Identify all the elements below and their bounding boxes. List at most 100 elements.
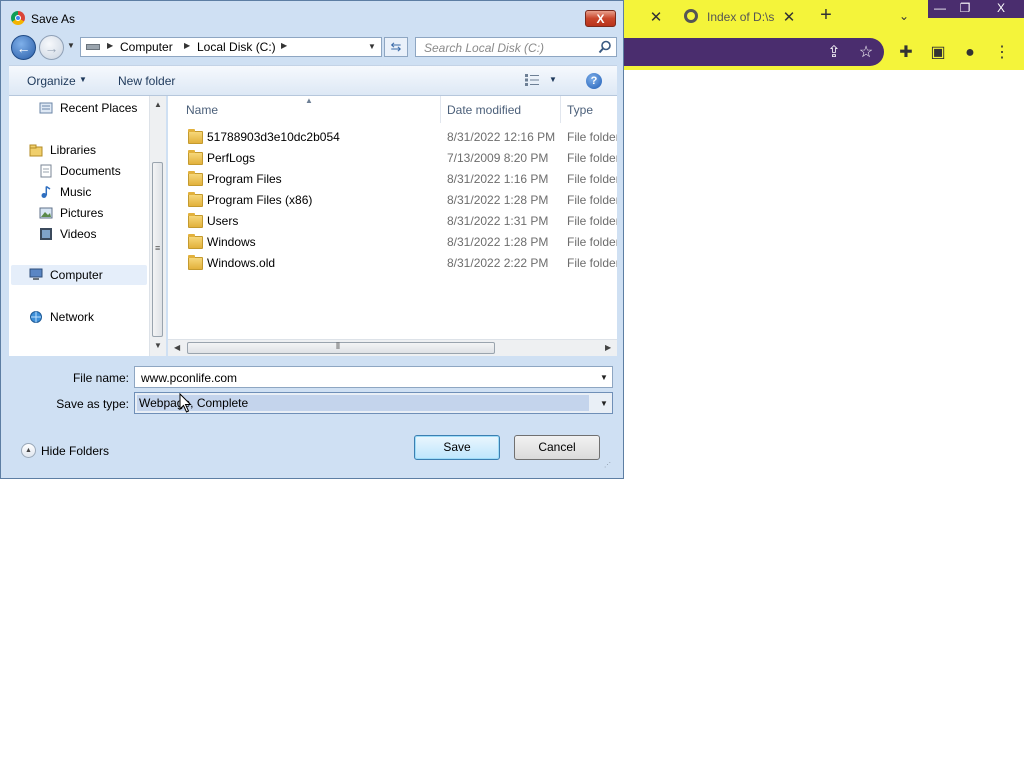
drive-icon <box>86 44 100 50</box>
search-icon[interactable] <box>598 40 612 54</box>
nav-scroll-thumb[interactable]: ≡ <box>152 162 163 337</box>
resize-grip-icon[interactable]: ⋰ <box>604 462 614 473</box>
breadcrumb-chevron-icon[interactable]: ▶ <box>107 41 113 50</box>
file-row[interactable]: 51788903d3e10dc2b054 8/31/2022 12:16 PM … <box>183 128 617 148</box>
file-type: File folder <box>567 256 617 270</box>
tab-close-icon[interactable]: ✕ <box>646 8 666 26</box>
bookmark-star-icon[interactable]: ☆ <box>856 43 876 63</box>
computer-icon <box>29 268 43 280</box>
profile-avatar-icon[interactable]: ● <box>960 43 980 63</box>
navigation-pane: Recent Places Libraries Documents Music … <box>9 96 166 356</box>
file-name: PerfLogs <box>207 151 256 165</box>
file-name: Program Files (x86) <box>207 193 313 207</box>
dialog-titlebar[interactable]: Save As X <box>1 1 623 33</box>
back-arrow-icon[interactable]: ← <box>11 35 36 60</box>
pictures-icon <box>39 207 53 219</box>
dialog-title: Save As <box>31 12 76 26</box>
refresh-icon[interactable]: ⇆ <box>384 37 408 57</box>
column-divider[interactable] <box>560 96 561 123</box>
save-button[interactable]: Save <box>414 435 500 460</box>
file-row[interactable]: PerfLogs 7/13/2009 8:20 PM File folder <box>183 149 617 169</box>
recent-locations-dropdown-icon[interactable]: ▼ <box>67 41 77 53</box>
browser-tab-title[interactable]: Index of D:\s <box>707 10 775 24</box>
dialog-close-button[interactable]: X <box>585 10 616 27</box>
file-name: 51788903d3e10dc2b054 <box>207 130 340 144</box>
nav-item-computer[interactable]: Computer <box>11 265 147 285</box>
file-type: File folder <box>567 151 617 165</box>
file-row[interactable]: Windows.old 8/31/2022 2:22 PM File folde… <box>183 254 617 274</box>
views-dropdown-icon[interactable]: ▼ <box>549 75 557 84</box>
save-type-select[interactable]: Webpage, Complete ▼ <box>134 392 613 414</box>
videos-icon <box>40 228 52 240</box>
restore-button[interactable]: ❐ <box>952 0 978 18</box>
file-name-dropdown-icon[interactable]: ▼ <box>600 373 608 382</box>
folder-icon <box>188 171 203 186</box>
recent-places-icon <box>39 102 53 114</box>
file-name-label: File name: <box>72 371 129 385</box>
column-divider[interactable] <box>440 96 441 123</box>
organize-dropdown-icon[interactable]: ▼ <box>79 75 87 84</box>
file-row[interactable]: Users 8/31/2022 1:31 PM File folder <box>183 212 617 232</box>
tab-close-icon[interactable]: ✕ <box>779 8 799 26</box>
file-row[interactable]: Program Files 8/31/2022 1:16 PM File fol… <box>183 170 617 190</box>
nav-label: Videos <box>60 227 97 241</box>
network-icon <box>30 311 42 323</box>
address-dropdown-icon[interactable]: ▼ <box>368 42 376 51</box>
file-date: 8/31/2022 1:31 PM <box>447 214 549 228</box>
column-header-date-modified[interactable]: Date modified <box>447 103 521 117</box>
breadcrumb-local-disk[interactable]: Local Disk (C:) <box>197 40 276 54</box>
file-date: 7/13/2009 8:20 PM <box>447 151 549 165</box>
minimize-button[interactable]: — <box>928 0 952 18</box>
sort-ascending-icon: ▲ <box>305 96 313 105</box>
forward-arrow-icon[interactable]: → <box>39 35 64 60</box>
menu-kebab-icon[interactable]: ⋮ <box>992 43 1012 63</box>
tab-search-chevron-icon[interactable]: ⌄ <box>894 9 914 23</box>
breadcrumb-computer[interactable]: Computer <box>120 40 173 54</box>
hide-folders-label: Hide Folders <box>41 444 110 458</box>
file-name: Windows <box>207 235 256 249</box>
breadcrumb-chevron-icon[interactable]: ▶ <box>184 41 190 50</box>
change-view-icon[interactable] <box>525 74 539 86</box>
nav-scrollbar[interactable]: ▲ ≡ ▼ <box>149 96 166 356</box>
help-icon[interactable]: ? <box>586 73 602 89</box>
file-type: File folder <box>567 214 617 228</box>
file-row[interactable]: Windows 8/31/2022 1:28 PM File folder <box>183 233 617 253</box>
file-name: Windows.old <box>207 256 276 270</box>
organize-button[interactable]: Organize <box>27 74 76 88</box>
cancel-button[interactable]: Cancel <box>514 435 600 460</box>
file-name-input[interactable] <box>139 369 593 387</box>
nav-label: Documents <box>60 164 121 178</box>
new-tab-button[interactable]: + <box>816 4 836 27</box>
file-name: Program Files <box>207 172 282 186</box>
extensions-puzzle-icon[interactable]: ✚ <box>896 43 916 63</box>
scroll-down-icon[interactable]: ▼ <box>154 341 162 350</box>
column-header-name[interactable]: Name <box>186 103 218 117</box>
file-type: File folder <box>567 235 617 249</box>
documents-icon <box>40 164 52 178</box>
address-bar[interactable]: ▶ Computer ▶ Local Disk (C:) ▶ ▼ <box>80 37 382 57</box>
grip-icon: ≡ <box>155 243 161 253</box>
hscroll-thumb[interactable]: ⦀ <box>187 341 495 354</box>
file-date: 8/31/2022 1:28 PM <box>447 193 549 207</box>
file-name: Users <box>207 214 239 228</box>
share-icon[interactable]: ⇪ <box>824 43 844 63</box>
file-list-hscrollbar[interactable]: ◀ ⦀ ▶ <box>168 339 617 356</box>
nav-label: Computer <box>50 268 103 282</box>
file-name-combobox[interactable]: ▼ <box>134 366 613 388</box>
search-box[interactable] <box>415 37 617 57</box>
breadcrumb-chevron-icon[interactable]: ▶ <box>281 41 287 50</box>
nav-label: Recent Places <box>60 101 138 115</box>
file-row[interactable]: Program Files (x86) 8/31/2022 1:28 PM Fi… <box>183 191 617 211</box>
file-list: ▲ Name Date modified Type 51788903d3e10d… <box>168 96 617 356</box>
file-date: 8/31/2022 12:16 PM <box>447 130 556 144</box>
side-panel-icon[interactable]: ▣ <box>928 43 948 63</box>
scroll-left-icon[interactable]: ◀ <box>174 343 180 352</box>
scroll-right-icon[interactable]: ▶ <box>605 343 611 352</box>
search-input[interactable] <box>422 39 596 57</box>
file-type: File folder <box>567 172 617 186</box>
column-header-type[interactable]: Type <box>567 103 593 117</box>
new-folder-button[interactable]: New folder <box>118 74 175 88</box>
window-close-button[interactable]: X <box>978 0 1024 18</box>
scroll-up-icon[interactable]: ▲ <box>154 100 162 109</box>
save-type-dropdown-icon[interactable]: ▼ <box>600 399 608 408</box>
